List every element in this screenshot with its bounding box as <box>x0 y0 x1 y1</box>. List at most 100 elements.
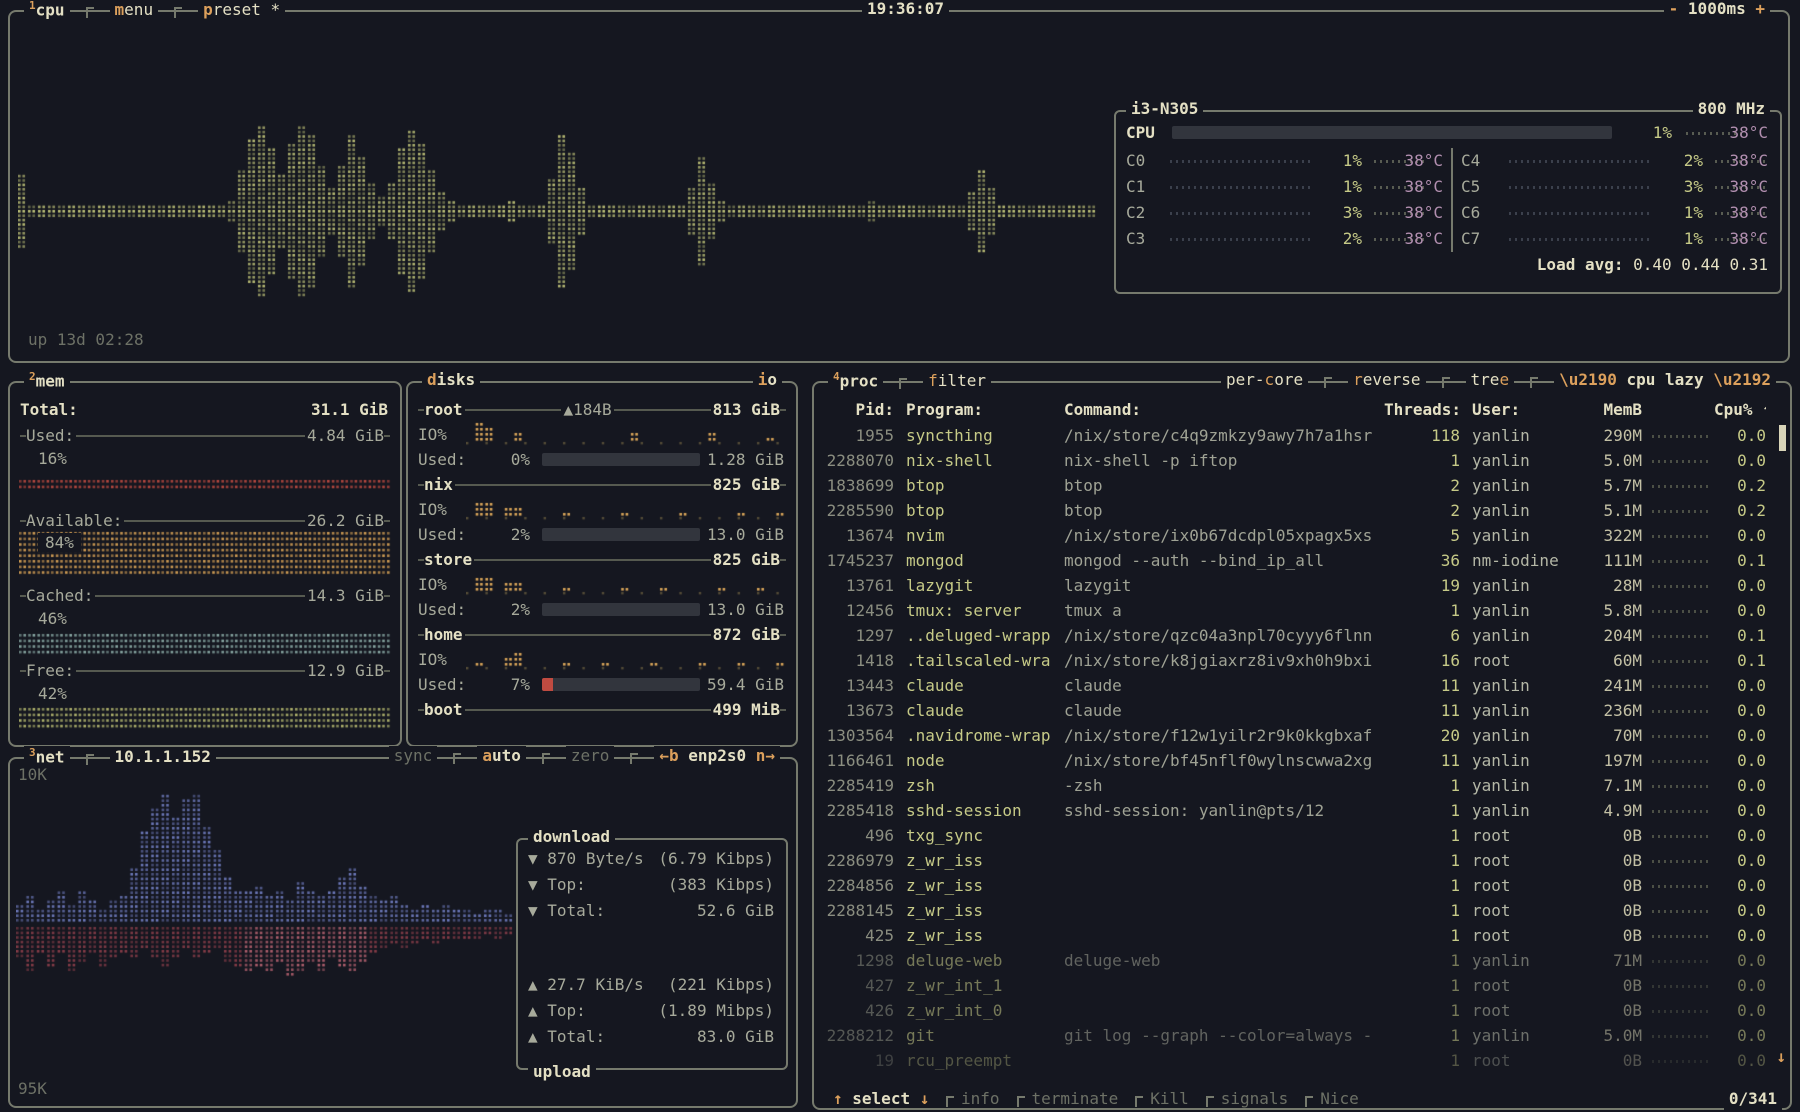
proc-mem-graph <box>1652 610 1708 613</box>
per-core-toggle[interactable]: per-core <box>1221 370 1308 389</box>
proc-cell-pid: 2288145 <box>822 898 894 923</box>
mem-box-title[interactable]: 2mem <box>24 370 70 390</box>
proc-cell-pid: 496 <box>822 823 894 848</box>
proc-row[interactable]: 2288145z_wr_iss1root0B0.0 <box>822 898 1778 923</box>
interval-plus-button[interactable]: + <box>1755 0 1765 18</box>
proc-cell-mem: 0B <box>1584 848 1642 873</box>
proc-row[interactable]: 1418.tailscaled-wra/nix/store/k8jgiaxrz8… <box>822 648 1778 673</box>
core-temp: 38°C <box>1729 148 1768 174</box>
proc-col-header-user[interactable]: User: <box>1460 397 1584 422</box>
menu-button[interactable]: menu <box>110 0 159 19</box>
proc-footer-nice-button[interactable]: Nice <box>1315 1089 1364 1108</box>
preset-button[interactable]: preset * <box>198 0 285 19</box>
proc-col-header-mem[interactable]: MemB <box>1584 397 1642 422</box>
proc-footer-kill-button[interactable]: Kill <box>1145 1089 1194 1108</box>
proc-row[interactable]: 1955syncthing/nix/store/c4q9zmkzy9awy7h7… <box>822 423 1778 448</box>
cpu-box-title[interactable]: 1cpu <box>24 0 70 19</box>
proc-row[interactable]: 1298deluge-webdeluge-web1yanlin71M0.0 <box>822 948 1778 973</box>
select-button[interactable]: select <box>852 1089 910 1108</box>
proc-row[interactable]: 2285419zsh-zsh1yanlin7.1M0.0 <box>822 773 1778 798</box>
proc-row[interactable]: 2286979z_wr_iss1root0B0.0 <box>822 848 1778 873</box>
interval-value: 1000ms <box>1688 0 1746 18</box>
proc-cell-command: /nix/store/k8jgiaxrz8iv9xh0h9bxi <box>1052 648 1384 673</box>
proc-footer-info-button[interactable]: info <box>956 1089 1005 1108</box>
proc-cell-mem: 7.1M <box>1584 773 1642 798</box>
proc-row[interactable]: 2285418sshd-sessionsshd-session: yanlin@… <box>822 798 1778 823</box>
proc-row[interactable]: 13761lazygitlazygit19yanlin28M0.0 <box>822 573 1778 598</box>
net-interface-prev-button[interactable]: ←b <box>659 746 678 765</box>
proc-row[interactable]: 496txg_sync1root0B0.0 <box>822 823 1778 848</box>
net-interface-next-button[interactable]: n→ <box>756 746 775 765</box>
proc-row[interactable]: 2288212gitgit log --graph --color=always… <box>822 1023 1778 1048</box>
proc-col-header-dots[interactable] <box>1642 397 1714 422</box>
proc-footer-signals-button[interactable]: signals <box>1216 1089 1293 1108</box>
net-interface-selector: ←b enp2s0 n→ <box>654 746 780 765</box>
disks-box-title[interactable]: disks <box>422 370 480 389</box>
proc-cell-threads: 1 <box>1384 1023 1460 1048</box>
net-auto-button[interactable]: auto <box>477 746 526 765</box>
core-graph <box>1509 238 1649 241</box>
proc-row[interactable]: 2285590btopbtop2yanlin5.1M0.2 <box>822 498 1778 523</box>
proc-row[interactable]: 13674nvim/nix/store/ix0b67dcdpl05xpagx5x… <box>822 523 1778 548</box>
filter-button[interactable]: filter <box>923 371 991 390</box>
disk-name: boot <box>424 699 463 721</box>
proc-col-header-cpu[interactable]: Cpu% ↑ <box>1714 397 1766 422</box>
disk-boot: boot499 MiB <box>418 699 786 721</box>
proc-row[interactable]: 2284856z_wr_iss1root0B0.0 <box>822 873 1778 898</box>
proc-cell-user: yanlin <box>1460 1023 1584 1048</box>
proc-row[interactable]: 1166461node/nix/store/bf45nflf0wylnscwwa… <box>822 748 1778 773</box>
proc-row[interactable]: 19rcu_preempt1root0B0.0 <box>822 1048 1778 1073</box>
scroll-down-arrow[interactable]: ↓ <box>1776 1047 1786 1066</box>
proc-row[interactable]: 1303564.navidrome-wrap/nix/store/f12w1yi… <box>822 723 1778 748</box>
proc-cell-cpu: 0.0 <box>1714 723 1766 748</box>
proc-mem-graph <box>1652 985 1708 988</box>
proc-row[interactable]: 1838699btopbtop2yanlin5.7M0.2 <box>822 473 1778 498</box>
proc-cell-program: z_wr_int_0 <box>894 998 1052 1023</box>
net-zero-button[interactable]: zero <box>566 746 615 765</box>
mem-graph-used <box>19 479 391 489</box>
proc-col-header-command[interactable]: Command: <box>1052 397 1384 422</box>
proc-box-title[interactable]: 4proc <box>828 370 883 390</box>
proc-row[interactable]: 1745237mongodmongod --auth --bind_ip_all… <box>822 548 1778 573</box>
tree-toggle[interactable]: tree <box>1466 370 1515 389</box>
download-total-label: Total: <box>547 901 605 920</box>
proc-row[interactable]: 2288070nix-shellnix-shell -p iftop1yanli… <box>822 448 1778 473</box>
proc-row[interactable]: 13673claudeclaude11yanlin236M0.0 <box>822 698 1778 723</box>
proc-cell-mem: 322M <box>1584 523 1642 548</box>
proc-cell-user: root <box>1460 898 1584 923</box>
proc-col-header-program[interactable]: Program: <box>894 397 1052 422</box>
net-box-title[interactable]: 3net <box>24 746 70 766</box>
proc-footer-terminate-button[interactable]: terminate <box>1027 1089 1124 1108</box>
proc-col-header-threads[interactable]: Threads: <box>1384 397 1460 422</box>
net-sync-button[interactable]: sync <box>389 746 438 765</box>
proc-row[interactable]: 427z_wr_int_11root0B0.0 <box>822 973 1778 998</box>
sort-selector[interactable]: \u2190 cpu lazy \u2192 <box>1554 370 1776 389</box>
cpu-total-meter <box>1172 126 1612 139</box>
proc-row[interactable]: 1297..deluged-wrapp/nix/store/qzc04a3npl… <box>822 623 1778 648</box>
proc-row[interactable]: 13443claudeclaude11yanlin241M0.0 <box>822 673 1778 698</box>
proc-row[interactable]: 425z_wr_iss1root0B0.0 <box>822 923 1778 948</box>
select-down-button[interactable]: ↓ <box>920 1089 930 1108</box>
disks-io-toggle[interactable]: io <box>753 370 782 389</box>
proc-cell-threads: 11 <box>1384 698 1460 723</box>
proc-cell-cpu: 0.0 <box>1714 923 1766 948</box>
proc-row[interactable]: 12456tmux: servertmux a1yanlin5.8M0.0 <box>822 598 1778 623</box>
core-graph <box>1509 212 1649 215</box>
proc-row[interactable]: 426z_wr_int_01root0B0.0 <box>822 998 1778 1023</box>
proc-cell-mem: 5.0M <box>1584 1023 1642 1048</box>
proc-col-header-pid[interactable]: Pid: <box>822 397 894 422</box>
proc-cell-user: yanlin <box>1460 698 1584 723</box>
proc-cell-pid: 13443 <box>822 673 894 698</box>
cpu-core-row: C11%38°C <box>1126 174 1445 200</box>
core-graph <box>1170 238 1310 241</box>
proc-mem-graph <box>1652 910 1708 913</box>
select-up-button[interactable]: ↑ <box>833 1089 843 1108</box>
border-tick <box>542 753 550 764</box>
reverse-toggle[interactable]: reverse <box>1348 370 1425 389</box>
proc-mem-graph <box>1652 1060 1708 1063</box>
interval-minus-button[interactable]: - <box>1669 0 1679 18</box>
scrollbar-thumb[interactable] <box>1779 425 1786 451</box>
proc-cell-mem: 0B <box>1584 973 1642 998</box>
proc-cell-pid: 2288212 <box>822 1023 894 1048</box>
proc-cell-threads: 1 <box>1384 948 1460 973</box>
